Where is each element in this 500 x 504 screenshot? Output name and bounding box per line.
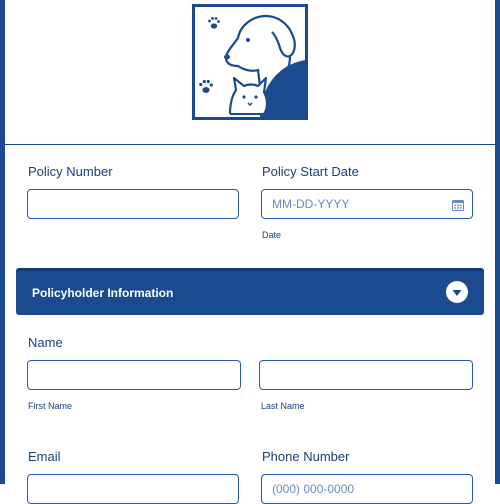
chevron-down-icon [452,290,462,296]
phone-number-input[interactable] [261,474,473,504]
policy-number-label: Policy Number [28,164,113,179]
section-title: Policyholder Information [32,286,174,300]
email-label: Email [28,449,61,464]
calendar-icon[interactable] [452,199,464,211]
last-name-sublabel: Last Name [261,401,305,411]
policy-number-input[interactable] [27,189,239,219]
date-sublabel: Date [262,230,282,240]
first-name-input[interactable] [27,360,241,390]
header-divider [5,144,495,145]
right-border [495,0,500,484]
left-border [0,0,5,484]
policy-start-date-input[interactable] [261,189,473,219]
first-name-sublabel: First Name [28,401,73,411]
name-label: Name [28,335,63,350]
email-input[interactable] [27,474,239,504]
policyholder-section-header[interactable]: Policyholder Information [16,268,484,315]
last-name-input[interactable] [259,360,473,390]
phone-number-label: Phone Number [262,449,350,464]
collapse-toggle[interactable] [446,281,468,303]
policy-start-date-label: Policy Start Date [262,164,359,179]
pet-logo [192,4,308,120]
